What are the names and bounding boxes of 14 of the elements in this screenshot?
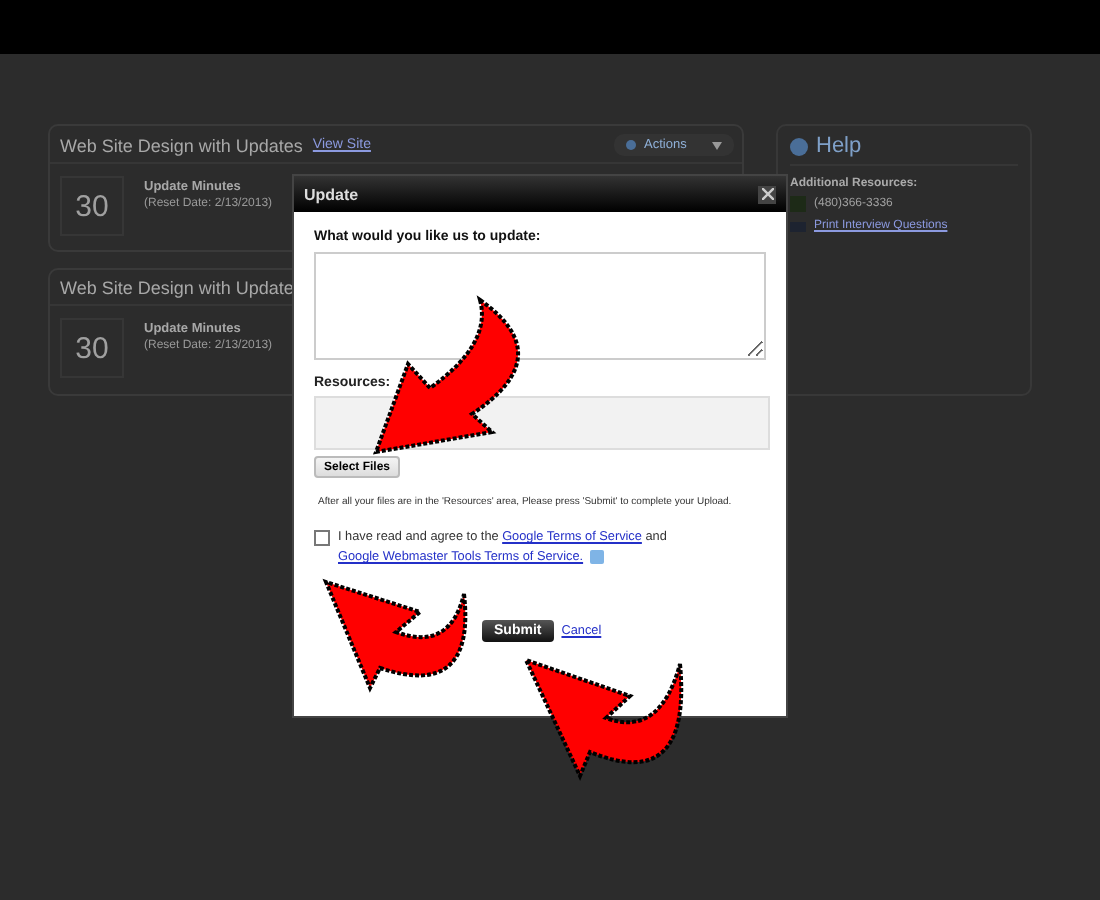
card-title: Web Site Design with Update xyxy=(60,278,294,298)
info-icon xyxy=(589,549,604,564)
card-title: Web Site Design with Updates xyxy=(60,135,303,155)
caret-icon xyxy=(712,141,722,149)
agree-checkbox[interactable] xyxy=(314,530,330,546)
close-icon xyxy=(761,188,773,200)
update-textarea[interactable] xyxy=(314,252,766,360)
help-title: Help xyxy=(816,134,862,158)
close-button[interactable] xyxy=(758,185,776,203)
minutes-count: 30 xyxy=(60,176,124,236)
curved-arrow xyxy=(324,580,468,690)
help-icon xyxy=(790,137,808,155)
minutes-count: 30 xyxy=(60,318,124,378)
dialog-title: Update xyxy=(304,185,359,203)
